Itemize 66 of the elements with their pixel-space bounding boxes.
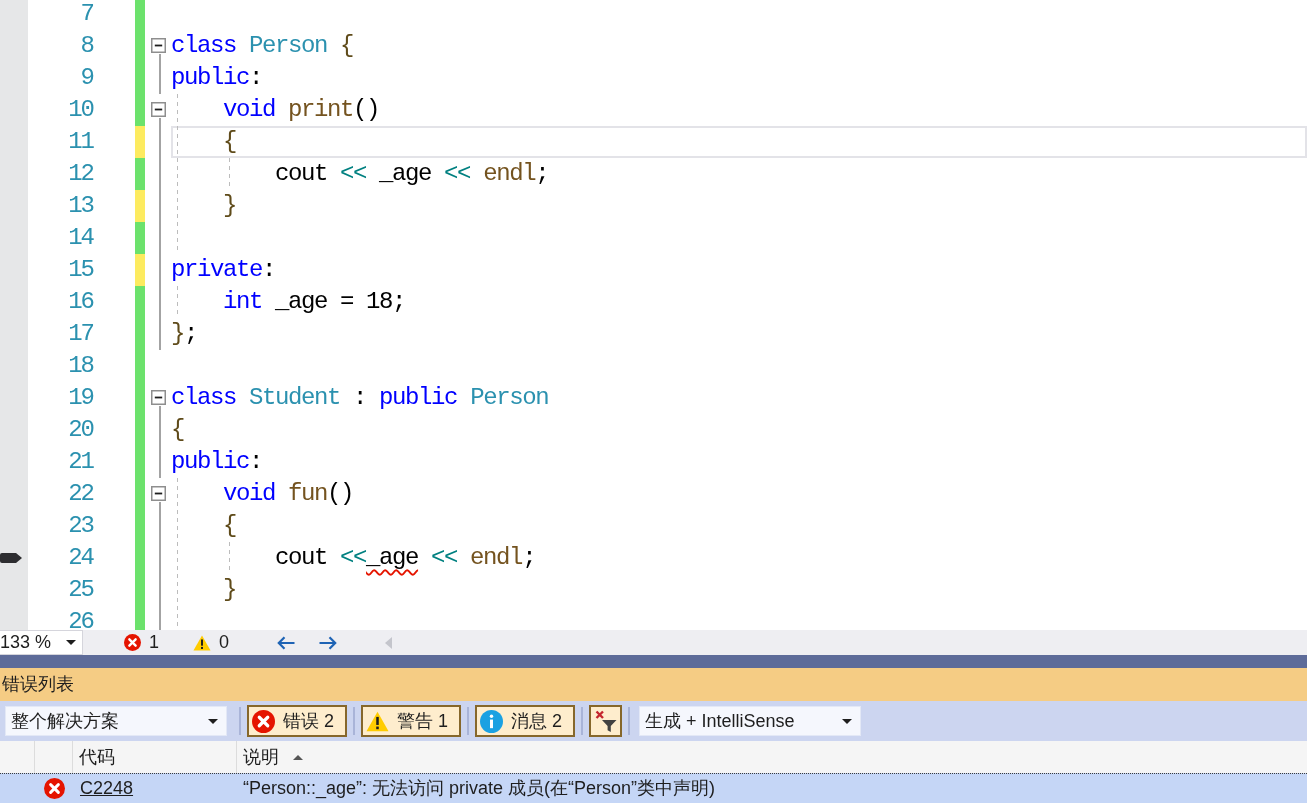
line-number: 10	[68, 96, 93, 124]
line-number: 11	[68, 128, 93, 156]
code-line: {	[223, 128, 236, 156]
scope-dropdown[interactable]: 整个解决方案	[5, 706, 227, 736]
code-line: void print()	[223, 96, 380, 124]
code-line: int _age = 18;	[223, 288, 406, 316]
line-number: 14	[68, 224, 93, 252]
code-line: cout <<_age << endl;	[275, 544, 536, 572]
line-number: 8	[80, 32, 93, 60]
line-number: 12	[68, 160, 93, 188]
code-line: }	[223, 576, 236, 604]
back-arrow-icon[interactable]	[277, 635, 296, 650]
warning-icon	[193, 634, 211, 651]
zoom-dropdown[interactable]: 133 %	[0, 630, 83, 655]
code-line: {	[223, 512, 236, 540]
error-icon	[252, 709, 275, 733]
caret-icon	[66, 640, 76, 645]
line-number: 16	[68, 288, 93, 316]
collapse-icon[interactable]	[151, 486, 166, 501]
collapse-icon[interactable]	[151, 390, 166, 405]
line-number: 24	[68, 544, 93, 572]
line-number: 20	[68, 416, 93, 444]
warning-icon	[366, 710, 389, 732]
code-line: class Student : public Person	[171, 384, 549, 412]
code-line: {	[171, 416, 184, 444]
info-icon	[480, 709, 503, 733]
line-number: 23	[68, 512, 93, 540]
collapse-icon[interactable]	[151, 102, 166, 117]
panel-title: 错误列表	[2, 673, 74, 696]
line-number: 13	[68, 192, 93, 220]
error-description: “Person::_age”: 无法访问 private 成员(在“Person”类中声明)	[243, 777, 716, 801]
clear-filter-button[interactable]	[589, 705, 622, 737]
line-number: 19	[68, 384, 93, 412]
code-line: }	[223, 192, 236, 220]
column-header[interactable]: 代码	[79, 743, 115, 771]
column-header[interactable]: 说明	[243, 743, 279, 771]
line-number: 25	[68, 576, 93, 604]
code-line: private:	[171, 256, 276, 284]
warning-count[interactable]: 0	[193, 629, 230, 656]
code-line: };	[171, 320, 198, 348]
line-number: 18	[68, 352, 93, 380]
caret-icon	[842, 718, 852, 724]
funnel-x-icon	[593, 709, 618, 733]
code-line: cout << _age << endl;	[275, 160, 549, 188]
line-number: 21	[68, 448, 93, 476]
forward-arrow-icon[interactable]	[319, 635, 338, 650]
collapse-icon[interactable]	[151, 38, 166, 53]
error-icon	[124, 634, 141, 651]
line-number: 15	[68, 256, 93, 284]
error-row[interactable]: C2248 “Person::_age”: 无法访问 private 成员(在“Person”类中声明)	[0, 773, 1307, 803]
line-number: 7	[80, 0, 93, 28]
line-number: 22	[68, 480, 93, 508]
filter-toggle[interactable]: 警告 1	[361, 705, 461, 737]
caret-icon	[208, 718, 218, 724]
code-line: class Person {	[171, 32, 354, 60]
code-line: public:	[171, 448, 263, 476]
error-code-link[interactable]: C2248	[80, 775, 134, 802]
line-number: 17	[68, 320, 93, 348]
source-dropdown[interactable]: 生成 + IntelliSense	[639, 706, 861, 736]
code-line: public:	[171, 64, 263, 92]
error-icon	[43, 778, 65, 799]
line-number: 26	[68, 608, 93, 630]
line-number: 9	[80, 64, 93, 92]
code-line: void fun()	[223, 480, 354, 508]
filter-toggle[interactable]: 消息 2	[475, 705, 575, 737]
filter-toggle[interactable]: 错误 2	[247, 705, 347, 737]
